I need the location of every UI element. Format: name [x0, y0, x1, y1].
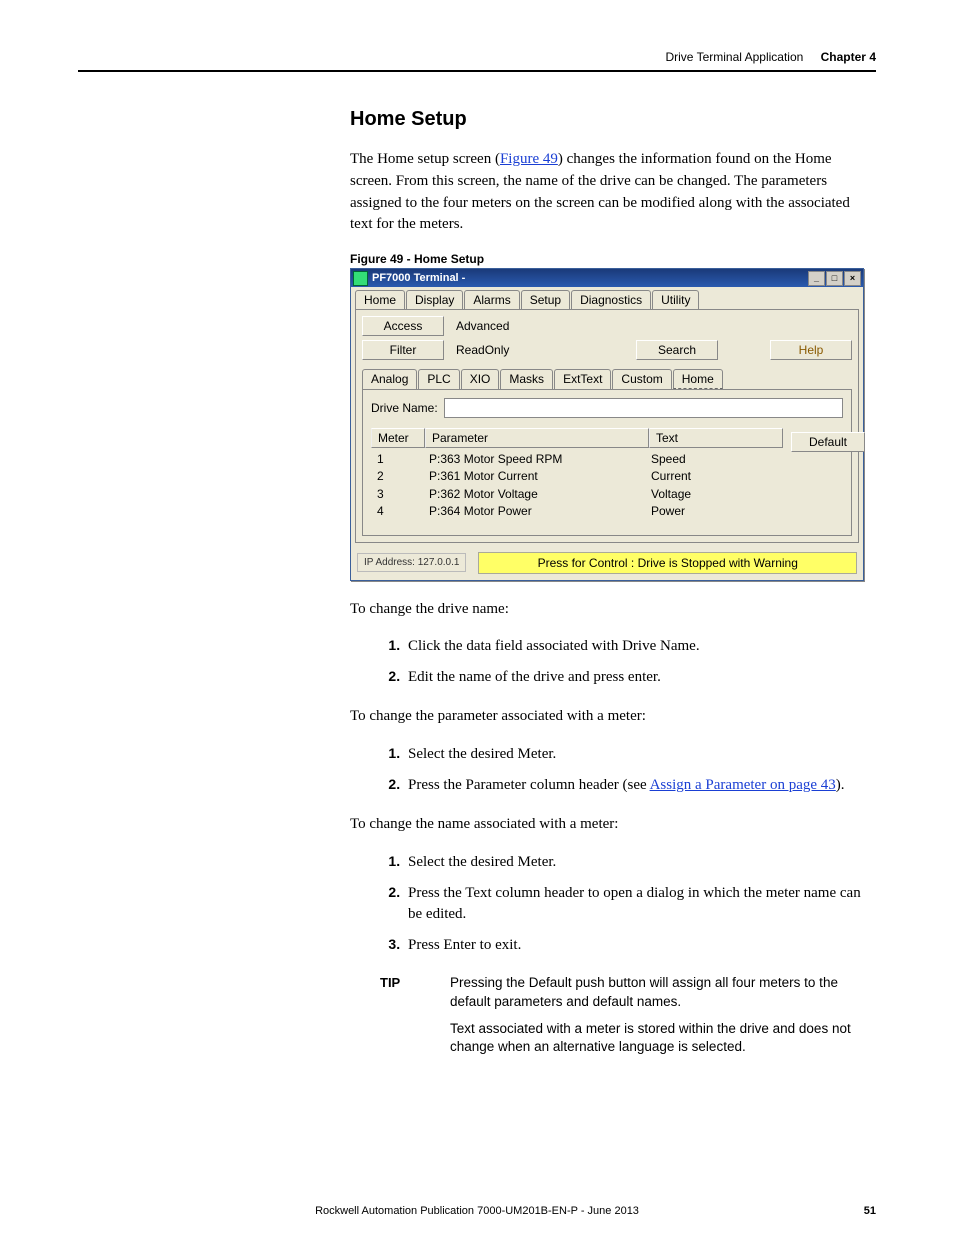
minimize-button[interactable]: _ — [808, 271, 825, 286]
subtab-xio[interactable]: XIO — [461, 369, 500, 389]
step: Press the Parameter column header (see A… — [404, 775, 876, 796]
close-button[interactable]: × — [844, 271, 861, 286]
text-row-4[interactable]: Power — [651, 503, 771, 520]
main-tabs: Home Display Alarms Setup Diagnostics Ut… — [351, 287, 863, 309]
tip-block: TIP Pressing the Default push button wil… — [380, 974, 876, 1066]
filter-button[interactable]: Filter — [362, 340, 444, 360]
drive-name-input[interactable] — [444, 398, 843, 418]
subtab-masks[interactable]: Masks — [500, 369, 553, 389]
text-row-3[interactable]: Voltage — [651, 486, 771, 503]
app-icon — [353, 271, 368, 286]
tab-setup[interactable]: Setup — [521, 290, 570, 309]
param-row-4[interactable]: P:364 Motor Power — [429, 503, 639, 520]
footer-publication: Rockwell Automation Publication 7000-UM2… — [315, 1205, 639, 1217]
status-message[interactable]: Press for Control : Drive is Stopped wit… — [478, 552, 857, 574]
tip-text-1: Pressing the Default push button will as… — [450, 974, 876, 1012]
page-footer: Rockwell Automation Publication 7000-UM2… — [78, 1205, 876, 1217]
meter-row-4[interactable]: 4 — [377, 503, 417, 520]
window-titlebar: PF7000 Terminal - _ □ × — [351, 269, 863, 287]
access-value: Advanced — [450, 317, 552, 335]
change-drive-intro: To change the drive name: — [350, 599, 876, 621]
filter-value: ReadOnly — [450, 341, 552, 359]
ip-address: IP Address: 127.0.0.1 — [357, 553, 466, 572]
tab-alarms[interactable]: Alarms — [464, 290, 519, 309]
step: Press the Text column header to open a d… — [404, 883, 876, 925]
page-header: Drive Terminal Application Chapter 4 — [78, 50, 876, 72]
param-row-2[interactable]: P:361 Motor Current — [429, 468, 639, 485]
tip-label: TIP — [380, 974, 450, 1066]
maximize-button[interactable]: □ — [826, 271, 843, 286]
step: Press Enter to exit. — [404, 935, 876, 956]
change-param-steps: Select the desired Meter. Press the Para… — [350, 744, 876, 796]
param-row-1[interactable]: P:363 Motor Speed RPM — [429, 451, 639, 468]
subtab-analog[interactable]: Analog — [362, 369, 417, 389]
step: Select the desired Meter. — [404, 744, 876, 765]
figure-caption: Figure 49 - Home Setup — [350, 252, 876, 266]
change-name-steps: Select the desired Meter. Press the Text… — [350, 852, 876, 956]
text-row-1[interactable]: Speed — [651, 451, 771, 468]
section-title: Home Setup — [350, 108, 876, 131]
access-button[interactable]: Access — [362, 316, 444, 336]
change-drive-steps: Click the data field associated with Dri… — [350, 636, 876, 688]
col-head-text[interactable]: Text — [649, 428, 783, 448]
step: Click the data field associated with Dri… — [404, 636, 876, 657]
change-param-intro: To change the parameter associated with … — [350, 706, 876, 728]
subtab-home[interactable]: Home — [673, 369, 723, 389]
col-head-meter[interactable]: Meter — [371, 428, 425, 448]
assign-parameter-link[interactable]: Assign a Parameter on page 43 — [650, 777, 836, 793]
figure-49-link[interactable]: Figure 49 — [500, 151, 558, 167]
tip-text-2: Text associated with a meter is stored w… — [450, 1020, 876, 1058]
param-row-3[interactable]: P:362 Motor Voltage — [429, 486, 639, 503]
subtab-plc[interactable]: PLC — [418, 369, 459, 389]
change-name-intro: To change the name associated with a met… — [350, 814, 876, 836]
footer-page-number: 51 — [864, 1205, 876, 1217]
header-chapter-num: Chapter 4 — [821, 50, 876, 64]
text-row-2[interactable]: Current — [651, 468, 771, 485]
window-title: PF7000 Terminal - — [372, 272, 465, 284]
subtab-custom[interactable]: Custom — [612, 369, 671, 389]
meter-row-3[interactable]: 3 — [377, 486, 417, 503]
help-button[interactable]: Help — [770, 340, 852, 360]
tab-diagnostics[interactable]: Diagnostics — [571, 290, 651, 309]
meter-row-1[interactable]: 1 — [377, 451, 417, 468]
header-chapter-name: Drive Terminal Application — [665, 50, 803, 64]
tab-display[interactable]: Display — [406, 290, 463, 309]
intro-paragraph: The Home setup screen (Figure 49) change… — [350, 149, 876, 236]
subtab-exttext[interactable]: ExtText — [554, 369, 611, 389]
step: Edit the name of the drive and press ent… — [404, 667, 876, 688]
search-button[interactable]: Search — [636, 340, 718, 360]
step: Select the desired Meter. — [404, 852, 876, 873]
tab-home[interactable]: Home — [355, 290, 405, 309]
status-bar: IP Address: 127.0.0.1 Press for Control … — [351, 546, 863, 580]
setup-panel: Access Advanced Filter ReadOnly Search H… — [355, 309, 859, 543]
drive-name-label: Drive Name: — [371, 401, 438, 415]
col-head-parameter[interactable]: Parameter — [425, 428, 649, 448]
meter-row-2[interactable]: 2 — [377, 468, 417, 485]
default-button[interactable]: Default — [791, 432, 865, 452]
home-setup-screenshot: PF7000 Terminal - _ □ × Home Display Ala… — [350, 268, 864, 581]
tab-utility[interactable]: Utility — [652, 290, 699, 309]
